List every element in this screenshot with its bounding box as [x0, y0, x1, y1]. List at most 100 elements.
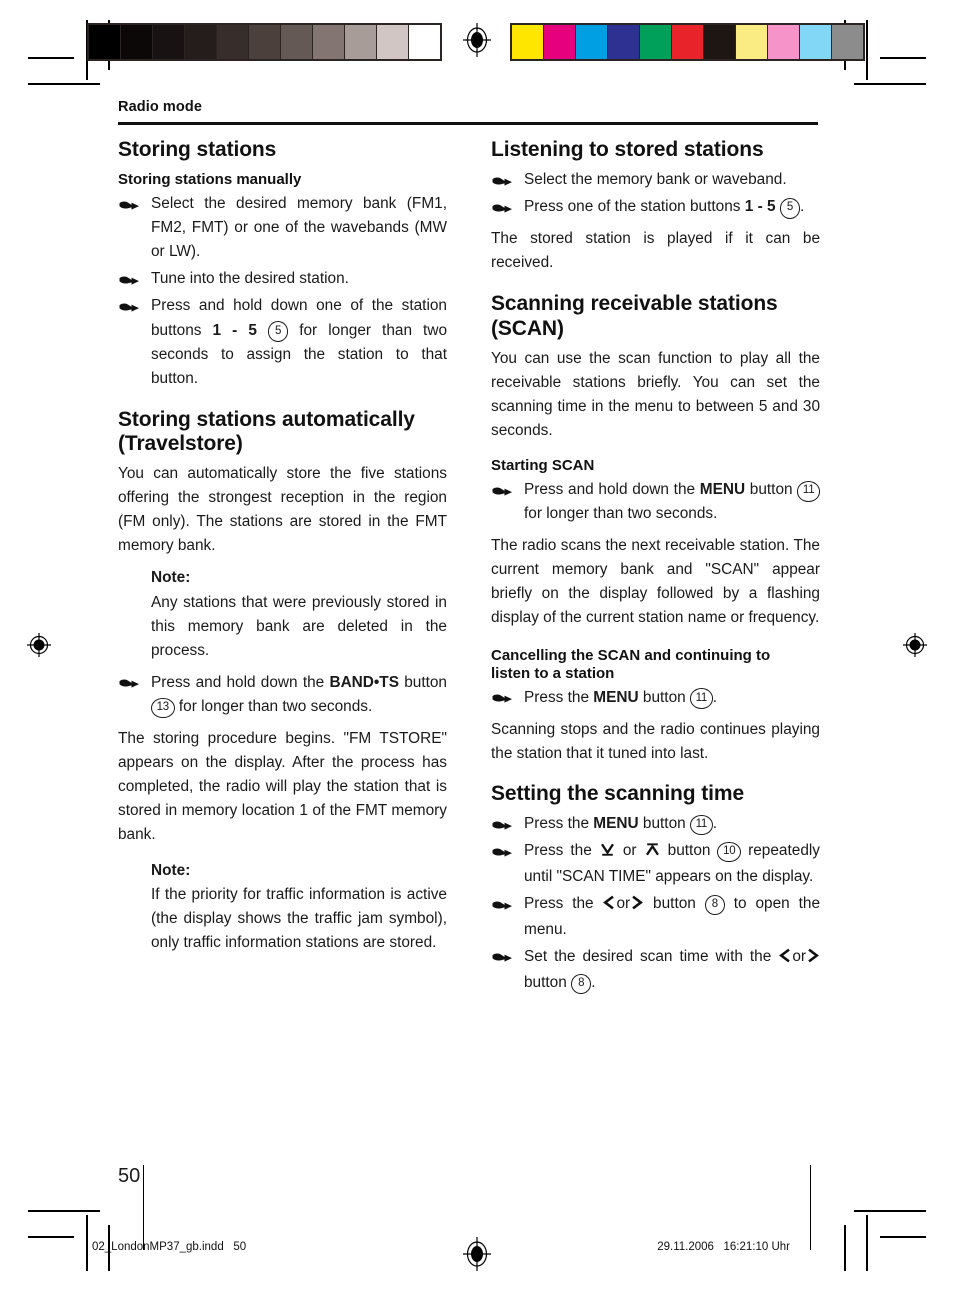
step-text: Select the desired memory bank (FM1, FM2… [151, 195, 447, 261]
note-block-1: Note: Any stations that were previously … [151, 566, 447, 662]
step-text: Tune into the desired station. [151, 270, 349, 288]
subheading-storing-stations-manually: Storing stations manually [118, 171, 302, 189]
subheading-line-2: listen to a station [491, 664, 615, 682]
list-item: Tune into the desired station. [118, 267, 447, 291]
list-item: Press the or button 8 to open the menu. [491, 892, 820, 942]
step-text-mid: button [745, 481, 798, 499]
heading-listening-to-stored-stations: Listening to stored stations [491, 138, 764, 161]
step-text-mid: button [638, 688, 690, 706]
note-title: Note: [151, 569, 191, 587]
pointing-hand-glyph [119, 679, 139, 688]
list-item: Press the or button 10 repeatedly until … [491, 839, 820, 889]
right-column: Listening to stored stations Select the … [491, 138, 821, 1003]
right-chevron-icon [807, 947, 819, 971]
list-item: Press the MENU button 11. [491, 686, 820, 710]
footer-file-name: 02_LondonMP37_gb.indd 50 [92, 1241, 247, 1253]
pointing-hand-glyph [492, 487, 512, 496]
paragraph-stored-station-played: The stored station is played if it can b… [491, 230, 820, 272]
note-block-2: Note: If the priority for traffic inform… [151, 859, 447, 955]
step-text-mid1: or [616, 894, 631, 912]
pointing-hand-icon [491, 897, 513, 910]
pointing-hand-icon [118, 675, 140, 688]
button-label-menu: MENU [593, 688, 639, 706]
paragraph-scan-intro: You can use the scan function to play al… [491, 350, 820, 440]
note-text: Any stations that were previously stored… [151, 593, 447, 659]
step-text-mid: button [638, 814, 690, 832]
pointing-hand-icon [118, 299, 140, 312]
list-item: Press one of the station buttons 1 - 5 5… [491, 195, 820, 219]
note-title: Note: [151, 861, 191, 879]
list-item: Select the memory bank or waveband. [491, 168, 820, 192]
pointing-hand-glyph [492, 901, 512, 910]
heading-line-1: Storing stations automatically [118, 407, 415, 431]
pointing-hand-glyph [492, 204, 512, 213]
step-text-pre: Press the [524, 814, 594, 832]
reference-number-badge: 13 [151, 697, 175, 718]
step-text-pre: Set the desired scan time with the [524, 947, 779, 965]
pointing-hand-glyph [119, 201, 139, 210]
list-item: Press and hold down one of the station b… [118, 294, 447, 390]
heading-setting-scanning-time: Setting the scanning time [491, 781, 745, 805]
step-text-pre: Press and hold down the [524, 481, 700, 499]
step-text-post: . [712, 814, 717, 832]
step-text-post: . [712, 688, 717, 706]
pointing-hand-glyph [492, 953, 512, 963]
paragraph-scan-stops: Scanning stops and the radio continues p… [491, 720, 820, 762]
step-text: Select the memory bank or waveband. [524, 171, 787, 189]
heading-storing-stations-automatically: Storing stations automatically (Travelst… [118, 408, 447, 457]
steps-travelstore: Press and hold down the BAND•TS button 1… [118, 671, 447, 719]
heading-scanning-receivable-stations: Scanning receivable stations (SCAN) [491, 292, 820, 341]
list-item: Set the desired scan time with the or bu… [491, 945, 820, 995]
pointing-hand-icon [491, 690, 513, 703]
down-bar-arrow-icon [600, 841, 615, 865]
button-label-menu: MENU [593, 814, 639, 832]
pointing-hand-glyph [492, 694, 512, 703]
pointing-hand-icon [118, 197, 140, 210]
reference-number-badge: 11 [689, 688, 713, 709]
step-text-pre: Press and hold down the [151, 673, 330, 691]
pointing-hand-icon [491, 483, 513, 496]
left-column: Storing stations Storing stations manual… [118, 138, 447, 1003]
pointing-hand-glyph [119, 303, 139, 312]
manual-page: Radio mode Storing stations Storing stat… [0, 0, 954, 1290]
list-item: Press and hold down the MENU button 11 f… [491, 478, 821, 526]
reference-number-badge: 11 [797, 481, 821, 502]
two-column-body: Storing stations Storing stations manual… [118, 138, 821, 1003]
heading-line-2: (Travelstore) [118, 431, 243, 455]
steps-listening: Select the memory bank or waveband. Pres… [491, 168, 820, 219]
steps-starting-scan: Press and hold down the MENU button 11 f… [491, 478, 821, 526]
pointing-hand-icon [491, 200, 513, 213]
paragraph-storing-procedure: The storing procedure begins. "FM TSTORE… [118, 729, 447, 843]
step-text-pre: Press one of the station buttons [524, 198, 745, 216]
paragraph-scan-behaviour: The radio scans the next receivable stat… [491, 537, 820, 627]
step-text-mid1: or [792, 947, 806, 965]
heading-line-1: Scanning receivable stations [491, 292, 778, 316]
steps-setting-scanning-time: Press the MENU button 11. Press the or b… [491, 812, 820, 995]
step-text-post: . [591, 973, 596, 991]
left-chevron-icon [779, 947, 791, 971]
subheading-line-1: Cancelling the SCAN and continuing to [491, 646, 771, 664]
note-text: If the priority for traffic information … [151, 885, 447, 952]
step-text-pre: Press the [524, 842, 599, 859]
reference-number-badge: 11 [689, 814, 713, 836]
step-text-mid2: button [524, 973, 572, 991]
pointing-hand-glyph [492, 821, 512, 830]
step-text-pre: Press the [524, 688, 594, 706]
step-text-post: for longer than two seconds. [524, 505, 718, 523]
pointing-hand-glyph [492, 848, 512, 857]
button-label-1-5: 1 - 5 [744, 198, 776, 216]
step-text-post: . [800, 198, 805, 216]
pointing-hand-icon [118, 272, 140, 285]
step-text-pre: Press the [524, 894, 603, 912]
heading-storing-stations: Storing stations [118, 138, 277, 161]
pointing-hand-glyph [492, 177, 512, 186]
left-chevron-icon [603, 894, 615, 918]
pointing-hand-icon [491, 173, 513, 186]
button-label-band-ts: BAND•TS [329, 673, 399, 691]
button-label-menu: MENU [699, 481, 746, 499]
heading-line-2: (SCAN) [491, 316, 564, 340]
pointing-hand-icon [491, 844, 513, 857]
subheading-starting-scan: Starting SCAN [491, 457, 595, 475]
list-item: Press the MENU button 11. [491, 812, 820, 836]
reference-number-badge: 5 [267, 321, 289, 342]
